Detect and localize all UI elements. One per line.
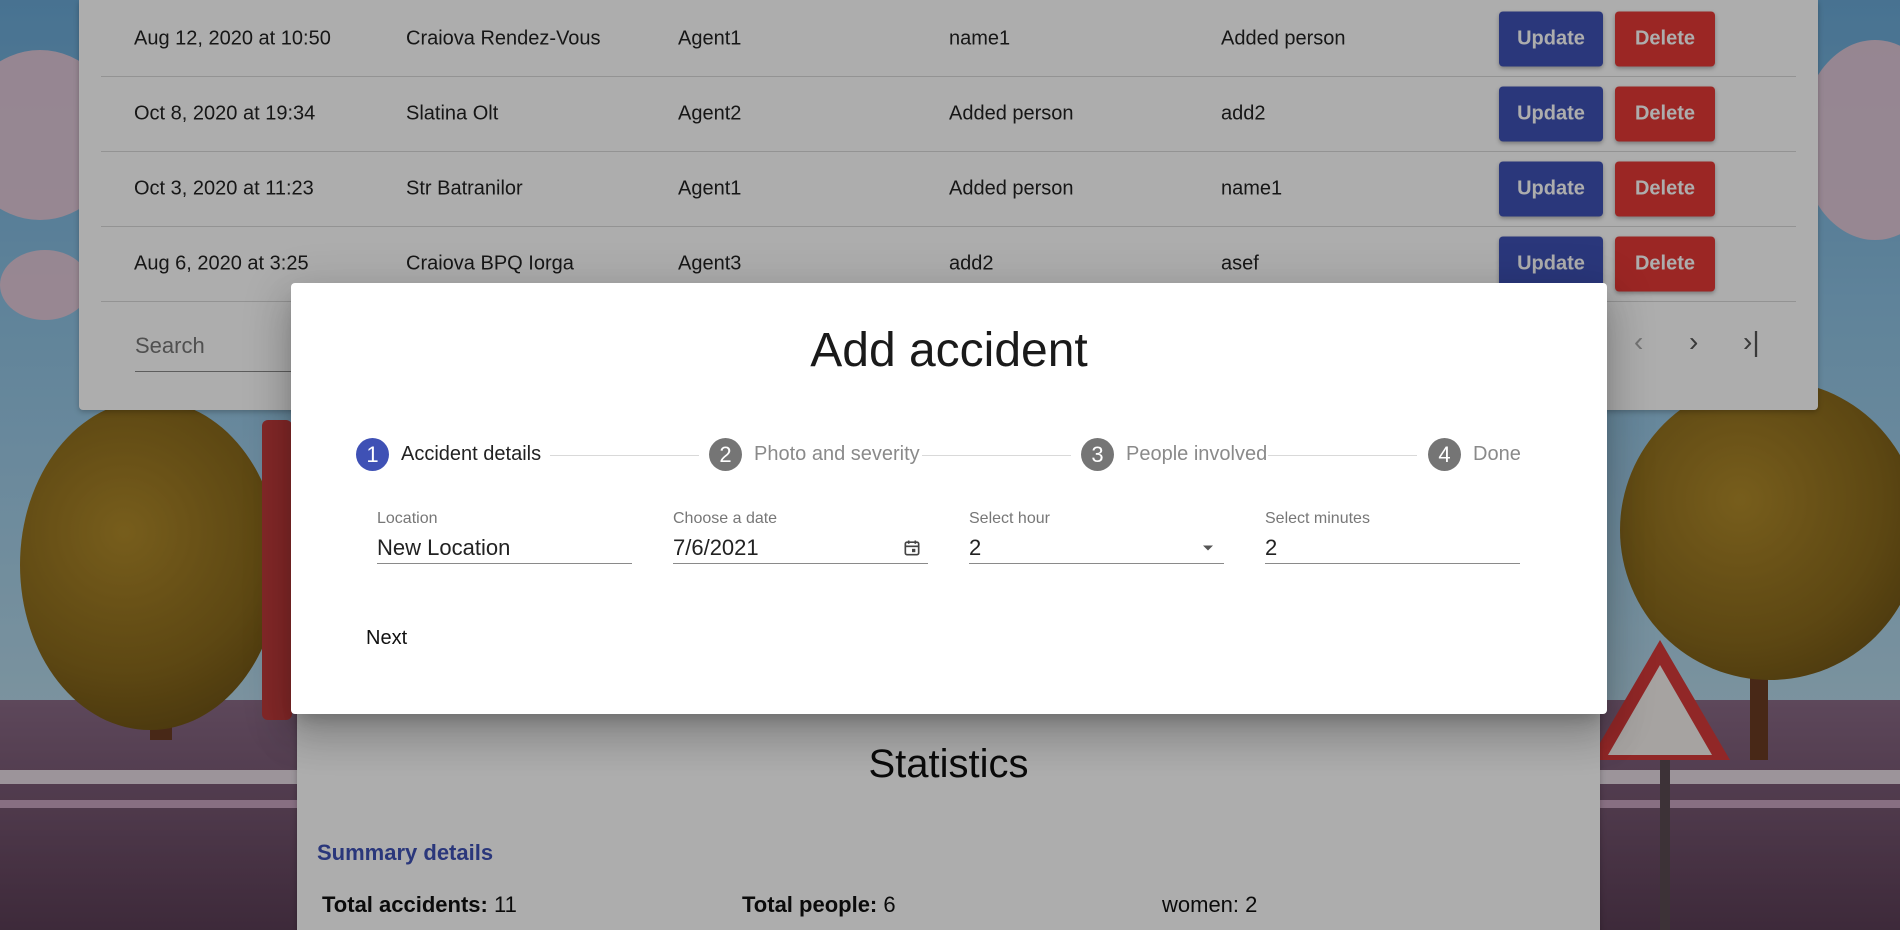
hour-select[interactable]: Select hour 2 [969,510,1224,564]
date-input[interactable]: 7/6/2021 [673,535,759,561]
step-label: Photo and severity [754,443,920,465]
step-number: 3 [1081,438,1114,471]
location-field[interactable]: Location New Location [377,510,632,564]
date-field[interactable]: Choose a date 7/6/2021 [673,510,928,564]
dropdown-arrow-icon[interactable] [1198,538,1218,558]
minutes-label: Select minutes [1265,510,1370,527]
hour-value[interactable]: 2 [969,535,981,561]
location-label: Location [377,510,438,527]
date-label: Choose a date [673,510,778,527]
step-number: 2 [709,438,742,471]
step-connector [550,455,699,456]
step-label: Accident details [401,443,542,465]
step-people-involved[interactable]: 3 People involved [1081,438,1267,471]
next-button[interactable]: Next [360,623,413,654]
step-number: 4 [1428,438,1461,471]
calendar-icon[interactable] [902,538,922,558]
step-label: Done [1473,443,1521,465]
dialog-title: Add accident [810,324,1088,377]
step-number: 1 [356,438,389,471]
location-input[interactable]: New Location [377,535,510,561]
minutes-field[interactable]: Select minutes 2 [1265,510,1520,564]
step-label: People involved [1126,443,1268,465]
hour-label: Select hour [969,510,1050,527]
step-connector [922,455,1071,456]
step-done[interactable]: 4 Done [1428,438,1521,471]
add-accident-dialog: Add accident 1 Accident details 2 Photo … [291,283,1607,714]
step-photo-severity[interactable]: 2 Photo and severity [709,438,920,471]
step-accident-details[interactable]: 1 Accident details [356,438,541,471]
minutes-input[interactable]: 2 [1265,535,1277,561]
step-connector [1268,455,1417,456]
